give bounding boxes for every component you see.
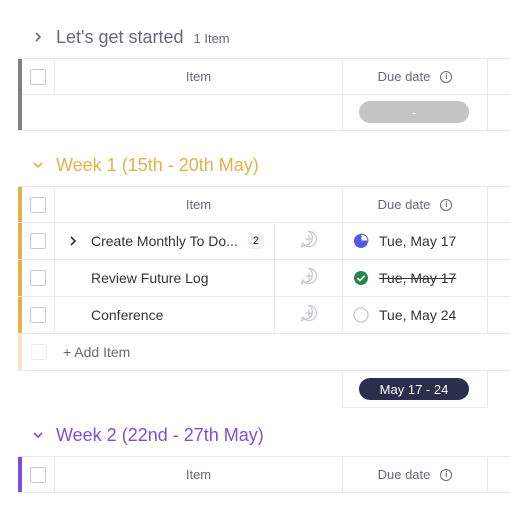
select-all-checkbox[interactable]: [30, 196, 46, 213]
item-name[interactable]: Conference: [91, 307, 163, 323]
pie-progress-icon: [353, 233, 369, 249]
group-header-lets-get-started: Let's get started 1 Item: [0, 22, 230, 52]
group-header-week-2: Week 2 (22nd - 27th May): [0, 420, 264, 450]
due-date-column-header[interactable]: Due date i: [343, 457, 488, 492]
info-icon[interactable]: i: [440, 70, 453, 83]
due-date-column-header[interactable]: Due date i: [343, 59, 488, 94]
group-header-week-1: Week 1 (15th - 20th May): [0, 150, 259, 180]
due-date-value: Tue, May 17: [379, 270, 457, 286]
add-update-icon[interactable]: [299, 229, 319, 254]
due-date-column-header[interactable]: Due date i: [343, 187, 488, 222]
due-date-value: Tue, May 17: [379, 233, 457, 249]
row-checkbox[interactable]: [30, 307, 46, 323]
table-row[interactable]: Create Monthly To Do... 2 Tue, May 17: [18, 223, 510, 260]
group-title[interactable]: Week 1 (15th - 20th May): [56, 155, 259, 176]
check-circle-icon: [353, 270, 369, 286]
summary-row: May 17 - 24: [18, 371, 510, 408]
table-row[interactable]: Conference Tue, May 24: [18, 297, 510, 334]
item-name[interactable]: Review Future Log: [91, 270, 209, 286]
chevron-right-icon[interactable]: [30, 29, 46, 45]
info-icon[interactable]: i: [440, 198, 453, 211]
summary-row: -: [18, 94, 510, 131]
add-item-button[interactable]: + Add Item: [55, 334, 130, 370]
row-checkbox[interactable]: [30, 233, 46, 249]
date-range-summary-pill[interactable]: -: [359, 101, 469, 123]
add-update-icon[interactable]: [299, 303, 319, 328]
select-all-cell: [22, 59, 55, 94]
table-row[interactable]: Review Future Log Tue, May 17: [18, 260, 510, 297]
group-item-count: 1 Item: [193, 31, 230, 46]
group-title[interactable]: Week 2 (22nd - 27th May): [56, 425, 264, 446]
column-header-row: Item Due date i: [18, 456, 510, 493]
date-range-summary-pill[interactable]: May 17 - 24: [359, 378, 469, 400]
add-update-icon[interactable]: [299, 266, 319, 291]
add-row-checkbox: [30, 344, 47, 360]
column-header-row: Item Due date i: [18, 186, 510, 223]
select-all-checkbox[interactable]: [30, 68, 46, 85]
info-icon[interactable]: i: [440, 468, 453, 481]
chevron-down-icon[interactable]: [30, 427, 46, 443]
due-date-value: Tue, May 24: [379, 307, 457, 323]
row-checkbox[interactable]: [30, 270, 46, 286]
item-column-header[interactable]: Item: [55, 457, 343, 492]
group-title[interactable]: Let's get started: [56, 27, 184, 48]
expand-subitems-icon[interactable]: [65, 233, 81, 249]
subitems-count-badge[interactable]: 2: [247, 233, 264, 249]
column-header-row: Item Due date i: [18, 58, 510, 95]
chevron-down-icon[interactable]: [30, 157, 46, 173]
item-column-header[interactable]: Item: [55, 59, 343, 94]
item-column-header[interactable]: Item: [55, 187, 343, 222]
select-all-checkbox[interactable]: [30, 466, 46, 483]
empty-circle-icon: [353, 307, 369, 323]
item-name[interactable]: Create Monthly To Do...: [91, 233, 238, 249]
add-item-row[interactable]: + Add Item: [18, 334, 510, 371]
